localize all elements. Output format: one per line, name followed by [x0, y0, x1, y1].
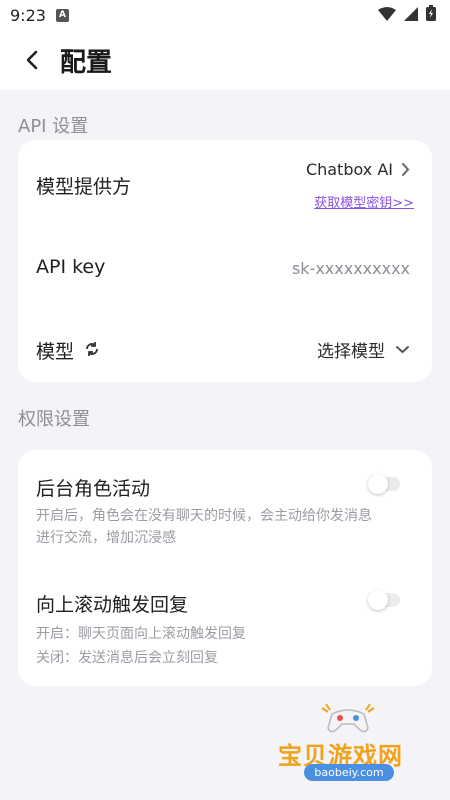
battery-icon [426, 5, 436, 25]
watermark-url: baobeiy.com [304, 764, 394, 781]
status-bar: 9:23 A [0, 0, 450, 30]
provider-value-group: Chatbox AI [306, 160, 410, 179]
refresh-icon[interactable] [84, 340, 100, 362]
gamepad-icon [321, 703, 375, 733]
provider-label: 模型提供方 [36, 176, 132, 198]
toggle-knob [368, 474, 388, 494]
permission-settings-card: 后台角色活动 开启后，角色会在没有聊天的时候，会主动给你发消息 进行交流，增加沉… [18, 450, 432, 686]
watermark-logo: 宝贝游戏网 baobeiy.com [270, 700, 430, 790]
page-title: 配置 [60, 47, 113, 78]
back-arrow-icon [26, 50, 38, 70]
permission-section-title: 权限设置 [18, 409, 90, 430]
chevron-down-icon [396, 346, 409, 354]
get-api-key-link[interactable]: 获取模型密钥>> [314, 192, 414, 211]
api-section-title: API 设置 [18, 116, 89, 137]
status-time: 9:23 [10, 5, 46, 25]
provider-row[interactable]: 模型提供方 Chatbox AI 获取模型密钥>> [18, 140, 432, 224]
toggle-knob [368, 590, 388, 610]
status-icons [378, 5, 436, 25]
model-label: 模型 [36, 341, 75, 363]
scroll-reply-label: 向上滚动触发回复 [36, 594, 189, 616]
model-label-group: 模型 [36, 337, 100, 364]
provider-value: Chatbox AI [305, 160, 393, 179]
header: 配置 [0, 30, 450, 90]
api-key-row[interactable]: API key sk-xxxxxxxxxx [18, 236, 432, 300]
signal-icon [404, 6, 418, 25]
back-button[interactable] [12, 40, 52, 80]
scroll-reply-desc-line1: 开启：聊天页面向上滚动触发回复 [36, 626, 246, 642]
scroll-reply-toggle[interactable] [368, 590, 400, 610]
model-value: 选择模型 [317, 342, 385, 362]
wifi-icon [378, 6, 396, 25]
chevron-right-icon [402, 163, 410, 176]
api-key-input[interactable]: sk-xxxxxxxxxx [292, 259, 410, 278]
background-activity-label: 后台角色活动 [36, 478, 151, 500]
background-activity-toggle[interactable] [368, 474, 400, 494]
notification-icon: A [55, 8, 69, 22]
model-row[interactable]: 模型 选择模型 [18, 320, 432, 376]
scroll-reply-desc: 开启：聊天页面向上滚动触发回复 关闭：发送消息后会立刻回复 [36, 622, 416, 670]
background-activity-desc-line1: 开启后，角色会在没有聊天的时候，会主动给你发消息 [36, 508, 372, 524]
api-key-label: API key [36, 256, 106, 278]
background-activity-desc: 开启后，角色会在没有聊天的时候，会主动给你发消息 进行交流，增加沉浸感 [36, 505, 416, 549]
background-activity-desc-line2: 进行交流，增加沉浸感 [36, 530, 176, 546]
model-select[interactable]: 选择模型 [317, 337, 410, 362]
scroll-reply-desc-line2: 关闭：发送消息后会立刻回复 [36, 650, 218, 666]
api-settings-card: 模型提供方 Chatbox AI 获取模型密钥>> API key sk-xxx… [18, 140, 432, 382]
